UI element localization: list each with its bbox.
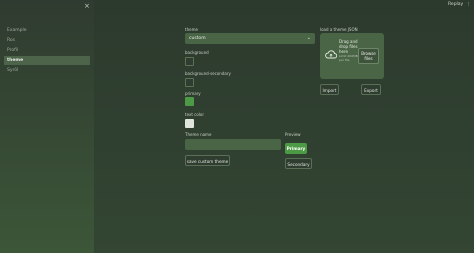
chevron-down-icon: ⌄ [306, 35, 311, 41]
sidebar-item-syrol[interactable]: Syröl [4, 66, 90, 75]
preview-primary-button[interactable]: Primary [285, 143, 307, 154]
save-custom-theme-button[interactable]: save custom theme [185, 155, 230, 166]
replay-button[interactable]: Replay [448, 2, 463, 7]
sidebar-item-theme[interactable]: theme [4, 56, 90, 65]
cloud-upload-icon [325, 50, 337, 59]
close-icon[interactable]: × [84, 2, 90, 10]
export-button[interactable]: Export [361, 84, 381, 95]
theme-select[interactable]: custom ⌄ [185, 33, 315, 44]
import-button[interactable]: Import [320, 84, 339, 95]
theme-select-value: custom [189, 36, 206, 41]
theme-name-input[interactable] [185, 139, 281, 150]
primary-label: primary [185, 91, 201, 96]
background-label: background [185, 50, 209, 55]
text-color-swatch[interactable] [185, 119, 194, 128]
sidebar-item-profil[interactable]: Profil [4, 46, 90, 55]
file-dropzone[interactable]: Drag and drop files here Limit 200MB per… [320, 33, 384, 79]
load-theme-label: load a theme JSON [320, 27, 358, 32]
browse-files-button[interactable]: Browse files [358, 48, 379, 64]
preview-label: Preview [285, 132, 301, 137]
theme-label: theme [185, 27, 198, 32]
primary-color-swatch[interactable] [185, 97, 194, 106]
background-secondary-color-swatch[interactable] [185, 78, 194, 87]
text-color-label: text color [185, 112, 205, 117]
preview-secondary-button[interactable]: Secondary [285, 158, 312, 169]
more-menu-icon[interactable]: ⋮ [466, 2, 471, 7]
theme-name-label: Theme name [185, 132, 212, 137]
sidebar: × Example Ros Profil theme Syröl [0, 0, 94, 253]
background-color-swatch[interactable] [185, 57, 194, 66]
background-secondary-label: background-secondary [185, 71, 231, 76]
sidebar-item-ros[interactable]: Ros [4, 36, 90, 45]
sidebar-item-example[interactable]: Example [4, 26, 90, 35]
